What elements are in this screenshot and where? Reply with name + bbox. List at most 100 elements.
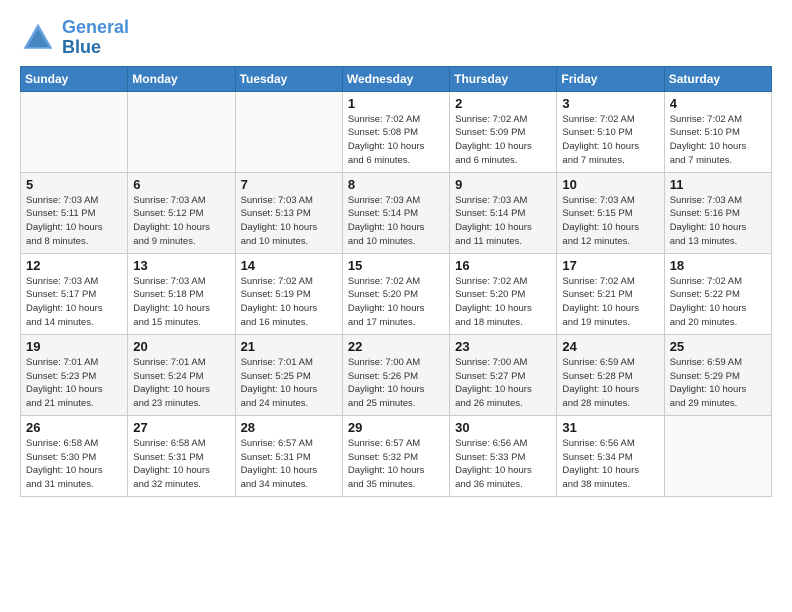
day-info: Sunrise: 7:02 AM Sunset: 5:20 PM Dayligh…	[455, 275, 551, 330]
day-info: Sunrise: 6:57 AM Sunset: 5:32 PM Dayligh…	[348, 437, 444, 492]
day-info: Sunrise: 7:02 AM Sunset: 5:20 PM Dayligh…	[348, 275, 444, 330]
day-number: 2	[455, 96, 551, 111]
day-info: Sunrise: 7:01 AM Sunset: 5:24 PM Dayligh…	[133, 356, 229, 411]
day-number: 7	[241, 177, 337, 192]
day-number: 27	[133, 420, 229, 435]
day-cell: 29 Sunrise: 6:57 AM Sunset: 5:32 PM Dayli…	[342, 415, 449, 496]
week-row-2: 5Sunrise: 7:03 AM Sunset: 5:11 PM Daylig…	[21, 172, 772, 253]
day-info: Sunrise: 7:03 AM Sunset: 5:14 PM Dayligh…	[348, 194, 444, 249]
day-info: Sunrise: 6:56 AM Sunset: 5:33 PM Dayligh…	[455, 437, 551, 492]
day-cell: 17 Sunrise: 7:02 AM Sunset: 5:21 PM Dayli…	[557, 253, 664, 334]
day-info: Sunrise: 7:01 AM Sunset: 5:25 PM Dayligh…	[241, 356, 337, 411]
day-cell: 26 Sunrise: 6:58 AM Sunset: 5:30 PM Dayli…	[21, 415, 128, 496]
day-info: Sunrise: 6:59 AM Sunset: 5:29 PM Dayligh…	[670, 356, 766, 411]
week-row-5: 26 Sunrise: 6:58 AM Sunset: 5:30 PM Dayli…	[21, 415, 772, 496]
day-number: 9	[455, 177, 551, 192]
day-cell: 4 Sunrise: 7:02 AM Sunset: 5:10 PM Daylig…	[664, 91, 771, 172]
day-number: 22	[348, 339, 444, 354]
day-number: 6	[133, 177, 229, 192]
day-cell: 25 Sunrise: 6:59 AM Sunset: 5:29 PM Dayli…	[664, 334, 771, 415]
day-number: 3	[562, 96, 658, 111]
day-cell: 21 Sunrise: 7:01 AM Sunset: 5:25 PM Dayli…	[235, 334, 342, 415]
logo-icon	[20, 20, 56, 56]
day-cell: 31 Sunrise: 6:56 AM Sunset: 5:34 PM Dayli…	[557, 415, 664, 496]
day-info: Sunrise: 7:03 AM Sunset: 5:11 PM Dayligh…	[26, 194, 122, 249]
day-number: 14	[241, 258, 337, 273]
day-number: 20	[133, 339, 229, 354]
day-number: 29	[348, 420, 444, 435]
day-cell: 7 Sunrise: 7:03 AM Sunset: 5:13 PM Daylig…	[235, 172, 342, 253]
day-info: Sunrise: 7:03 AM Sunset: 5:15 PM Dayligh…	[562, 194, 658, 249]
day-info: Sunrise: 6:58 AM Sunset: 5:30 PM Dayligh…	[26, 437, 122, 492]
week-row-3: 12 Sunrise: 7:03 AM Sunset: 5:17 PM Dayli…	[21, 253, 772, 334]
logo-text: General Blue	[62, 18, 129, 58]
day-cell	[235, 91, 342, 172]
day-info: Sunrise: 7:01 AM Sunset: 5:23 PM Dayligh…	[26, 356, 122, 411]
day-cell: 10 Sunrise: 7:03 AM Sunset: 5:15 PM Dayli…	[557, 172, 664, 253]
day-cell: 28 Sunrise: 6:57 AM Sunset: 5:31 PM Dayli…	[235, 415, 342, 496]
day-info: Sunrise: 7:00 AM Sunset: 5:27 PM Dayligh…	[455, 356, 551, 411]
page-container: General Blue SundayMondayTuesdayWednesda…	[0, 0, 792, 507]
day-cell: 27 Sunrise: 6:58 AM Sunset: 5:31 PM Dayli…	[128, 415, 235, 496]
day-info: Sunrise: 6:56 AM Sunset: 5:34 PM Dayligh…	[562, 437, 658, 492]
day-info: Sunrise: 7:02 AM Sunset: 5:22 PM Dayligh…	[670, 275, 766, 330]
weekday-header-monday: Monday	[128, 66, 235, 91]
day-number: 21	[241, 339, 337, 354]
week-row-4: 19 Sunrise: 7:01 AM Sunset: 5:23 PM Dayli…	[21, 334, 772, 415]
day-number: 18	[670, 258, 766, 273]
day-info: Sunrise: 7:02 AM Sunset: 5:10 PM Dayligh…	[562, 113, 658, 168]
day-number: 25	[670, 339, 766, 354]
weekday-header-thursday: Thursday	[450, 66, 557, 91]
day-info: Sunrise: 7:03 AM Sunset: 5:13 PM Dayligh…	[241, 194, 337, 249]
day-cell	[21, 91, 128, 172]
day-info: Sunrise: 7:02 AM Sunset: 5:21 PM Dayligh…	[562, 275, 658, 330]
day-info: Sunrise: 7:03 AM Sunset: 5:17 PM Dayligh…	[26, 275, 122, 330]
day-number: 28	[241, 420, 337, 435]
day-info: Sunrise: 6:58 AM Sunset: 5:31 PM Dayligh…	[133, 437, 229, 492]
day-number: 26	[26, 420, 122, 435]
day-cell: 12 Sunrise: 7:03 AM Sunset: 5:17 PM Dayli…	[21, 253, 128, 334]
day-number: 11	[670, 177, 766, 192]
day-number: 23	[455, 339, 551, 354]
day-info: Sunrise: 7:03 AM Sunset: 5:12 PM Dayligh…	[133, 194, 229, 249]
day-info: Sunrise: 7:03 AM Sunset: 5:16 PM Dayligh…	[670, 194, 766, 249]
day-cell: 9Sunrise: 7:03 AM Sunset: 5:14 PM Daylig…	[450, 172, 557, 253]
logo: General Blue	[20, 18, 129, 58]
calendar-table: SundayMondayTuesdayWednesdayThursdayFrid…	[20, 66, 772, 497]
day-number: 31	[562, 420, 658, 435]
day-cell: 15 Sunrise: 7:02 AM Sunset: 5:20 PM Dayli…	[342, 253, 449, 334]
day-info: Sunrise: 7:02 AM Sunset: 5:10 PM Dayligh…	[670, 113, 766, 168]
weekday-header-row: SundayMondayTuesdayWednesdayThursdayFrid…	[21, 66, 772, 91]
day-cell: 6 Sunrise: 7:03 AM Sunset: 5:12 PM Daylig…	[128, 172, 235, 253]
day-info: Sunrise: 7:02 AM Sunset: 5:08 PM Dayligh…	[348, 113, 444, 168]
day-cell: 24Sunrise: 6:59 AM Sunset: 5:28 PM Dayli…	[557, 334, 664, 415]
day-number: 12	[26, 258, 122, 273]
day-cell	[664, 415, 771, 496]
day-cell: 1 Sunrise: 7:02 AM Sunset: 5:08 PM Daylig…	[342, 91, 449, 172]
day-number: 17	[562, 258, 658, 273]
day-number: 10	[562, 177, 658, 192]
day-number: 19	[26, 339, 122, 354]
week-row-1: 1 Sunrise: 7:02 AM Sunset: 5:08 PM Daylig…	[21, 91, 772, 172]
day-cell: 13Sunrise: 7:03 AM Sunset: 5:18 PM Dayli…	[128, 253, 235, 334]
day-number: 16	[455, 258, 551, 273]
day-number: 8	[348, 177, 444, 192]
day-number: 13	[133, 258, 229, 273]
day-cell: 18 Sunrise: 7:02 AM Sunset: 5:22 PM Dayli…	[664, 253, 771, 334]
day-cell: 3 Sunrise: 7:02 AM Sunset: 5:10 PM Daylig…	[557, 91, 664, 172]
day-cell: 14Sunrise: 7:02 AM Sunset: 5:19 PM Dayli…	[235, 253, 342, 334]
weekday-header-friday: Friday	[557, 66, 664, 91]
day-number: 30	[455, 420, 551, 435]
weekday-header-wednesday: Wednesday	[342, 66, 449, 91]
header: General Blue	[20, 18, 772, 58]
day-number: 1	[348, 96, 444, 111]
day-cell: 20 Sunrise: 7:01 AM Sunset: 5:24 PM Dayli…	[128, 334, 235, 415]
day-number: 4	[670, 96, 766, 111]
day-cell: 8 Sunrise: 7:03 AM Sunset: 5:14 PM Daylig…	[342, 172, 449, 253]
day-cell: 16 Sunrise: 7:02 AM Sunset: 5:20 PM Dayli…	[450, 253, 557, 334]
day-cell: 23 Sunrise: 7:00 AM Sunset: 5:27 PM Dayli…	[450, 334, 557, 415]
day-info: Sunrise: 6:57 AM Sunset: 5:31 PM Dayligh…	[241, 437, 337, 492]
weekday-header-sunday: Sunday	[21, 66, 128, 91]
day-number: 15	[348, 258, 444, 273]
day-info: Sunrise: 7:02 AM Sunset: 5:09 PM Dayligh…	[455, 113, 551, 168]
